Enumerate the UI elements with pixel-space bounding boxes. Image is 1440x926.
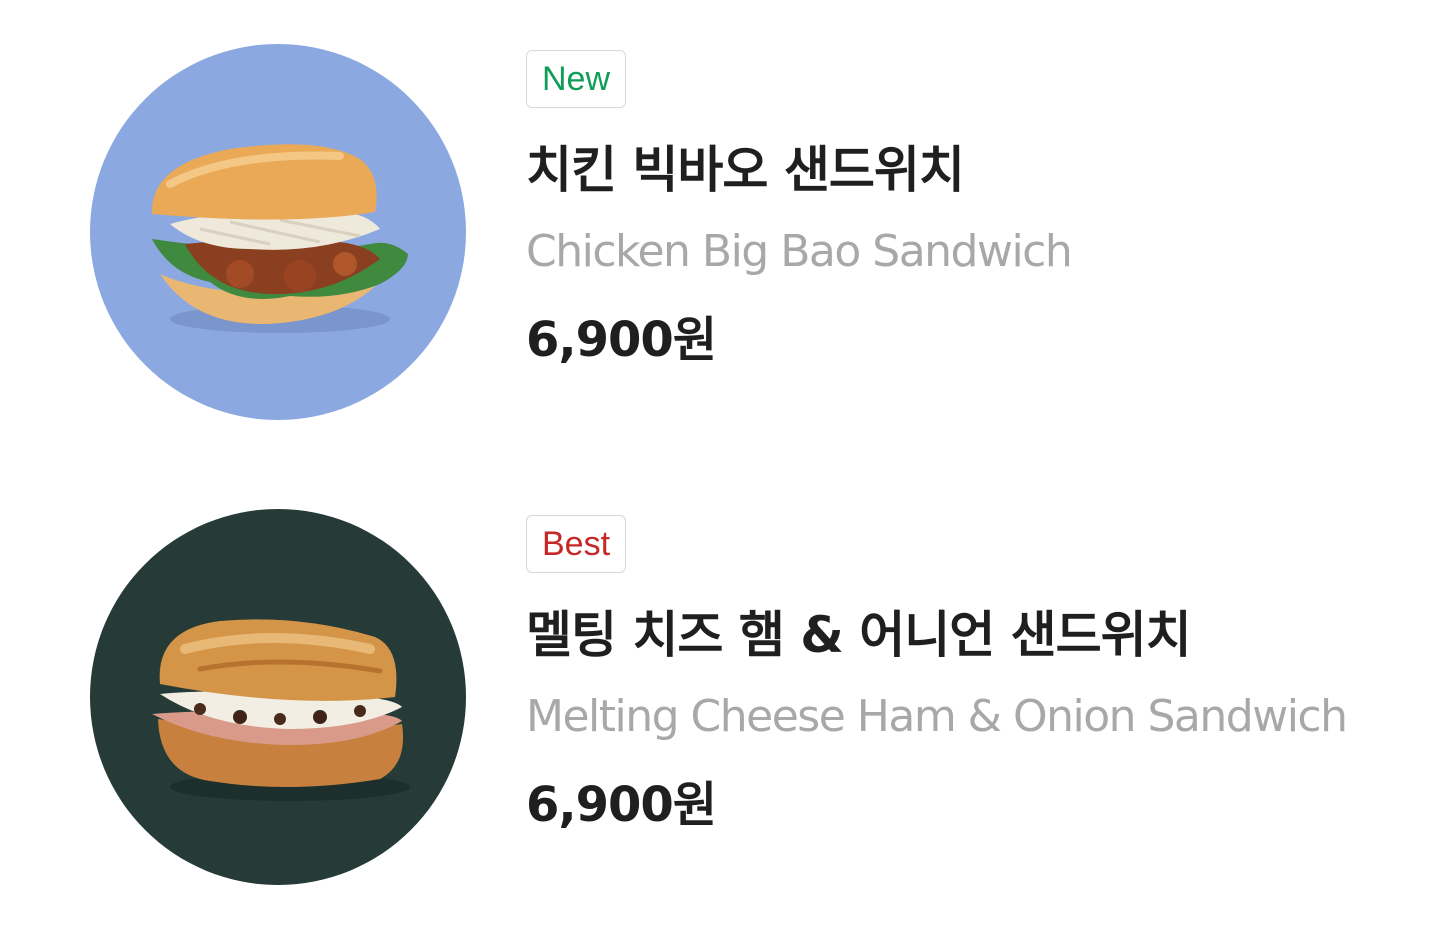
product-image[interactable] (90, 509, 466, 885)
product-item-chicken-big-bao[interactable]: New 치킨 빅바오 샌드위치 Chicken Big Bao Sandwich… (0, 44, 1440, 444)
new-badge: New (526, 50, 627, 108)
product-info: Best 멜팅 치즈 햄 & 어니언 샌드위치 Melting Cheese H… (526, 515, 1406, 835)
product-list: New 치킨 빅바오 샌드위치 Chicken Big Bao Sandwich… (0, 0, 1440, 926)
product-name-korean: 치킨 빅바오 샌드위치 (526, 141, 965, 199)
product-item-melting-cheese-ham-onion[interactable]: Best 멜팅 치즈 햄 & 어니언 샌드위치 Melting Cheese H… (0, 509, 1440, 909)
cheese-ham-onion-sandwich-image (90, 509, 466, 885)
product-image[interactable] (90, 44, 466, 420)
product-price: 6,900원 (526, 312, 717, 368)
product-name-korean: 멜팅 치즈 햄 & 어니언 샌드위치 (526, 606, 1192, 664)
product-name-english: Chicken Big Bao Sandwich (526, 226, 1073, 277)
product-name-english: Melting Cheese Ham & Onion Sandwich (526, 691, 1348, 742)
best-badge: Best (526, 515, 627, 573)
product-info: New 치킨 빅바오 샌드위치 Chicken Big Bao Sandwich… (526, 50, 1406, 370)
product-price: 6,900원 (526, 777, 717, 833)
chicken-bao-sandwich-image (90, 44, 466, 420)
